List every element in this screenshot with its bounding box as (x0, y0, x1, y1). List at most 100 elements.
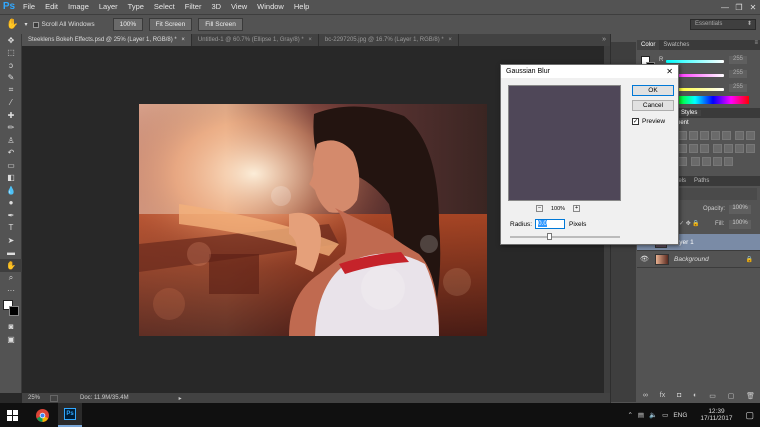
workspace-select[interactable]: Essentials ⬍ (690, 19, 756, 30)
lasso-tool-icon[interactable]: ↄ (0, 59, 22, 72)
crop-tool-icon[interactable]: ⌗ (0, 84, 22, 97)
notifications-icon[interactable]: ▢ (745, 410, 754, 421)
pen-tool-icon[interactable]: ✒ (0, 209, 22, 222)
new-layer-icon[interactable]: ▢ (728, 392, 735, 402)
dodge-tool-icon[interactable]: ● (0, 197, 22, 210)
volume-icon[interactable]: 🔈 (649, 411, 657, 419)
show-hidden-icons-icon[interactable]: ⌃ (627, 411, 632, 419)
style-icon[interactable] (700, 144, 709, 153)
radius-slider-thumb[interactable] (546, 233, 552, 240)
cancel-button[interactable]: Cancel (632, 100, 674, 111)
marquee-tool-icon[interactable]: ⬚ (0, 47, 22, 60)
fx-icon[interactable]: fx (660, 392, 665, 402)
language-indicator[interactable]: ENG (673, 412, 687, 419)
style-icon[interactable] (723, 157, 733, 166)
style-icon[interactable] (678, 144, 687, 153)
style-icon[interactable] (712, 144, 722, 153)
checkbox-checked-icon[interactable]: ✓ (632, 118, 639, 125)
tab-color[interactable]: Color (637, 40, 660, 50)
close-icon[interactable]: × (308, 37, 312, 43)
tab-styles[interactable]: Styles (677, 110, 702, 116)
menu-edit[interactable]: Edit (40, 0, 63, 14)
shape-tool-icon[interactable]: ▬ (0, 247, 22, 260)
style-icon[interactable] (745, 131, 755, 140)
menu-image[interactable]: Image (63, 0, 94, 14)
brush-tool-icon[interactable]: ✏ (0, 122, 22, 135)
color-swatches[interactable] (0, 297, 21, 321)
screen-mode-icon[interactable]: ▣ (0, 333, 22, 346)
style-icon[interactable] (734, 131, 744, 140)
layer-filter-row[interactable] (677, 188, 757, 200)
style-icon[interactable] (712, 157, 722, 166)
menu-window[interactable]: Window (252, 0, 289, 14)
blue-value[interactable]: 255 (729, 84, 747, 92)
quick-mask-icon[interactable]: ◙ (0, 321, 22, 334)
hand-tool-icon[interactable]: ✋ (0, 259, 22, 272)
zoom-100-button[interactable]: 100% (112, 18, 143, 31)
close-icon[interactable]: ✕ (666, 65, 673, 78)
checkbox-box[interactable] (33, 21, 40, 28)
eraser-tool-icon[interactable]: ▭ (0, 159, 22, 172)
green-value[interactable]: 255 (729, 70, 747, 78)
style-icon[interactable] (700, 131, 709, 140)
photoshop-taskbar-icon[interactable]: Ps (58, 403, 82, 427)
adjustment-icon[interactable]: ◐ (693, 392, 697, 402)
menu-help[interactable]: Help (289, 0, 314, 14)
tab-bc-2297205[interactable]: bc-2297205.jpg @ 16.7% (Layer 1, RGB/8) … (319, 34, 459, 46)
eyedropper-tool-icon[interactable]: ⁄ (0, 97, 22, 110)
windows-start-icon[interactable] (0, 403, 24, 427)
link-icon[interactable]: ∞ (643, 392, 648, 402)
gradient-tool-icon[interactable]: ◧ (0, 172, 22, 185)
healing-brush-icon[interactable]: ✚ (0, 109, 22, 122)
ok-button[interactable]: OK (632, 85, 674, 96)
menu-file[interactable]: File (18, 0, 40, 14)
tab-untitled-1[interactable]: Untitled-1 @ 60.7% (Ellipse 1, Gray/8) *… (192, 34, 319, 46)
network-icon[interactable]: ▤ (638, 411, 644, 419)
eye-icon[interactable]: 👁 (640, 255, 650, 263)
battery-icon[interactable]: ▭ (662, 411, 668, 419)
style-icon[interactable] (711, 131, 720, 140)
style-icon[interactable] (689, 131, 698, 140)
menu-layer[interactable]: Layer (94, 0, 123, 14)
menu-view[interactable]: View (226, 0, 252, 14)
move-tool-icon[interactable]: ✥ (0, 34, 22, 47)
menu-filter[interactable]: Filter (180, 0, 207, 14)
menu-select[interactable]: Select (149, 0, 180, 14)
close-window-button[interactable]: ✕ (746, 3, 760, 12)
clock[interactable]: 12:39 17/11/2017 (700, 408, 732, 422)
tab-swatches[interactable]: Swatches (659, 40, 693, 50)
quick-select-tool-icon[interactable]: ✎ (0, 72, 22, 85)
chrome-icon[interactable] (30, 403, 54, 427)
style-icon[interactable] (745, 144, 755, 153)
style-icon[interactable] (689, 144, 698, 153)
blur-tool-icon[interactable]: 💧 (0, 184, 22, 197)
blur-preview[interactable] (508, 85, 621, 201)
restore-button[interactable]: ❐ (732, 3, 746, 12)
style-icon[interactable] (723, 144, 733, 153)
minimize-button[interactable]: — (718, 3, 732, 12)
document-photo[interactable] (139, 104, 487, 336)
collapse-panels-icon[interactable]: » (602, 34, 610, 46)
radius-input[interactable]: 0.0 (535, 219, 565, 229)
close-icon[interactable]: × (181, 37, 185, 43)
tab-steeklens[interactable]: Steeklens Bokeh Effects.psd @ 25% (Layer… (22, 34, 192, 46)
layer-row-background[interactable]: 👁 Background 🔒 (637, 251, 760, 268)
lock-icons[interactable]: ✓ ✥ 🔒 (679, 220, 700, 227)
tab-paths[interactable]: Paths (690, 176, 713, 186)
zoom-stepper-icon[interactable] (50, 394, 59, 402)
preview-checkbox[interactable]: ✓ Preview (632, 118, 665, 125)
menu-type[interactable]: Type (123, 0, 149, 14)
style-icon[interactable] (701, 157, 711, 166)
expand-arrow-icon[interactable]: ▸ (179, 395, 182, 402)
zoom-in-button[interactable]: + (573, 205, 581, 212)
more-tools-icon[interactable]: ··· (0, 284, 22, 297)
mask-icon[interactable]: ◘ (677, 392, 681, 402)
hand-tool-icon[interactable]: ✋ (6, 19, 18, 30)
layer-name[interactable]: Background (674, 256, 709, 263)
folder-icon[interactable]: ▭ (709, 392, 716, 402)
trash-icon[interactable]: 🗑 (746, 392, 755, 402)
history-brush-icon[interactable]: ↶ (0, 147, 22, 160)
scroll-all-checkbox[interactable]: Scroll All Windows (33, 21, 95, 28)
fill-value[interactable]: 100% (729, 220, 751, 229)
path-select-icon[interactable]: ➤ (0, 234, 22, 247)
